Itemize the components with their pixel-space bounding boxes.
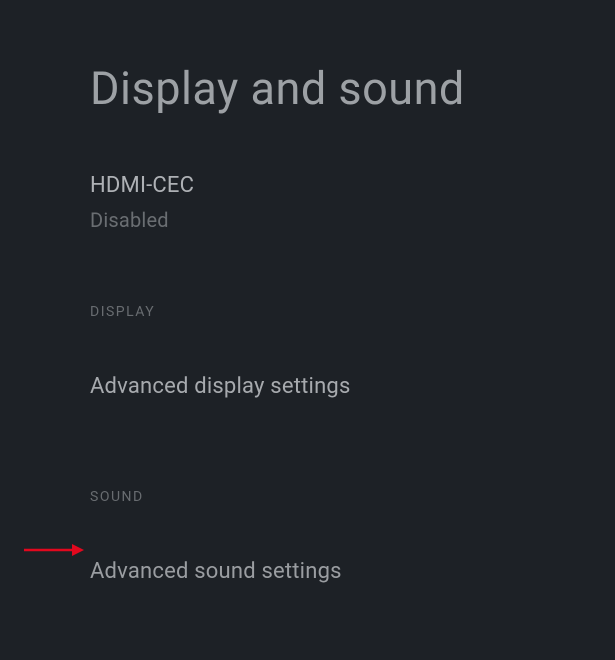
- annotation-arrow-icon: [24, 540, 84, 560]
- setting-item-value: Disabled: [90, 208, 585, 232]
- setting-item-label: HDMI-CEC: [90, 173, 585, 198]
- advanced-display-settings-link[interactable]: Advanced display settings: [90, 374, 585, 399]
- setting-item-hdmi-cec[interactable]: HDMI-CEC Disabled: [90, 173, 585, 232]
- section-header-sound: SOUND: [90, 489, 585, 505]
- section-header-display: DISPLAY: [90, 304, 585, 320]
- advanced-sound-settings-link[interactable]: Advanced sound settings: [90, 559, 585, 584]
- page-title: Display and sound: [90, 0, 585, 115]
- settings-screen: Display and sound HDMI-CEC Disabled DISP…: [0, 0, 615, 660]
